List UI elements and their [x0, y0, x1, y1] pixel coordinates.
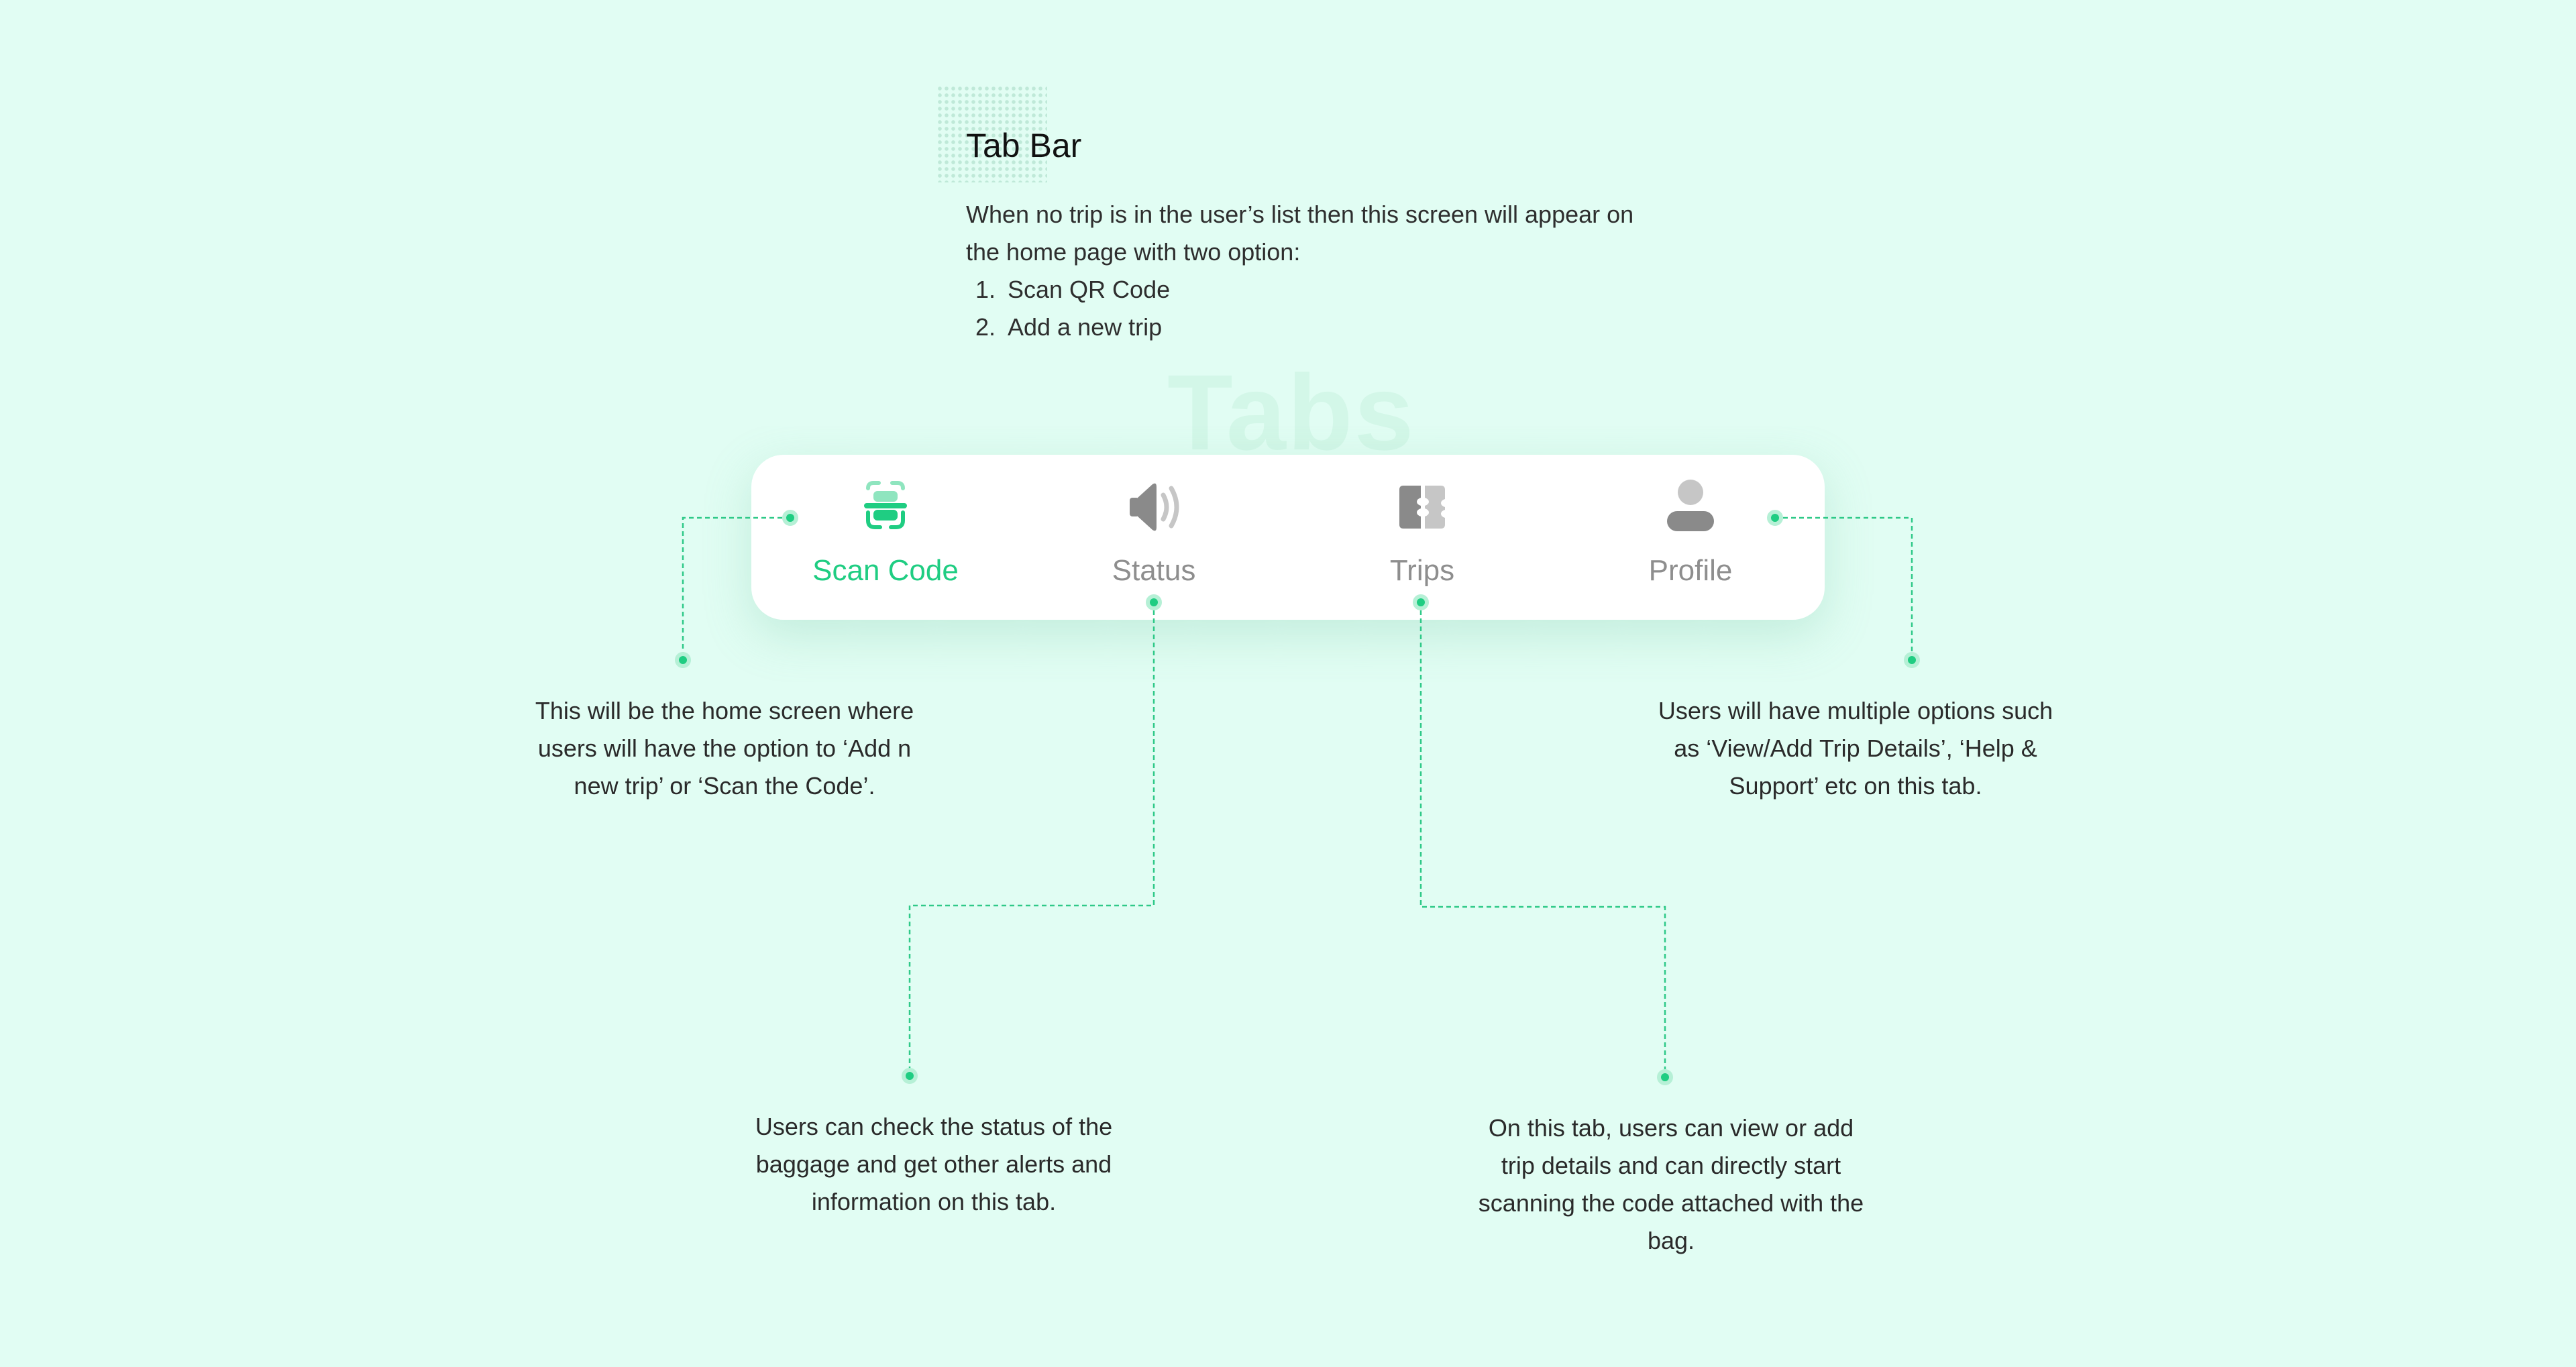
connector-dot	[675, 652, 691, 668]
annotation-scan-code: This will be the home screen where users…	[535, 697, 914, 800]
connector-scan-code	[682, 516, 790, 660]
annotation-trips: On this tab, users can view or add trip …	[1478, 1114, 1864, 1254]
annotation-status: Users can check the status of the baggag…	[755, 1113, 1113, 1215]
connector-dot	[1767, 510, 1783, 526]
connector-dot	[1413, 594, 1429, 610]
connector-status	[908, 602, 1155, 1076]
connector-dot	[782, 510, 798, 526]
connector-dot	[1146, 594, 1162, 610]
connector-lines	[675, 510, 1920, 1085]
connector-dot	[1657, 1069, 1673, 1085]
connector-dot	[902, 1068, 918, 1084]
connector-trips	[1419, 602, 1666, 1077]
connector-profile	[1775, 516, 1913, 660]
annotation-profile: Users will have multiple options such as…	[1658, 697, 2053, 800]
connector-dot	[1904, 652, 1920, 668]
